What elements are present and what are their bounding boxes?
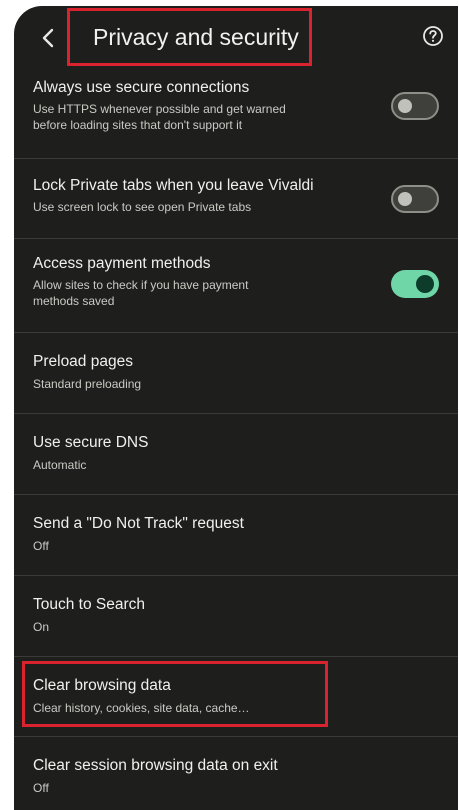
phone-screen: Privacy and security Always use secure c… <box>14 6 458 810</box>
setting-title: Send a "Do Not Track" request <box>33 515 244 532</box>
help-circle-icon <box>423 26 443 46</box>
setting-subtitle: On <box>33 620 50 634</box>
toggle-knob <box>398 192 412 206</box>
setting-title: Clear browsing data <box>33 677 171 694</box>
setting-subtitle: Off <box>33 781 49 795</box>
payment-methods-toggle[interactable] <box>391 270 439 298</box>
setting-access-payment-methods[interactable]: Access payment methods Allow sites to ch… <box>14 239 458 333</box>
setting-subtitle: Allow sites to check if you have payment <box>33 278 249 292</box>
setting-always-use-secure-connections[interactable]: Always use secure connections Use HTTPS … <box>14 70 458 159</box>
setting-subtitle: Off <box>33 539 49 553</box>
setting-clear-session-data-on-exit[interactable]: Clear session browsing data on exit Off <box>14 737 458 810</box>
setting-touch-to-search[interactable]: Touch to Search On <box>14 576 458 657</box>
app-bar: Privacy and security <box>14 6 458 70</box>
setting-subtitle: Standard preloading <box>33 377 142 391</box>
setting-title: Use secure DNS <box>33 434 149 451</box>
setting-lock-private-tabs[interactable]: Lock Private tabs when you leave Vivaldi… <box>14 159 458 239</box>
toggle-knob <box>416 275 434 293</box>
page-title: Privacy and security <box>93 24 299 50</box>
help-button[interactable] <box>420 23 446 49</box>
chevron-left-icon <box>42 28 54 48</box>
setting-title: Always use secure connections <box>33 79 250 96</box>
setting-title: Preload pages <box>33 353 133 370</box>
setting-title: Clear session browsing data on exit <box>33 757 278 774</box>
setting-subtitle: Clear history, cookies, site data, cache… <box>33 701 250 715</box>
back-button[interactable] <box>34 20 62 56</box>
setting-subtitle: Use HTTPS whenever possible and get warn… <box>33 102 286 116</box>
toggle-knob <box>398 99 412 113</box>
setting-subtitle: Automatic <box>33 458 87 472</box>
secure-connections-toggle[interactable] <box>391 92 439 120</box>
setting-clear-browsing-data[interactable]: Clear browsing data Clear history, cooki… <box>14 657 458 737</box>
setting-subtitle: Use screen lock to see open Private tabs <box>33 200 252 214</box>
setting-title: Lock Private tabs when you leave Vivaldi <box>33 177 314 194</box>
setting-use-secure-dns[interactable]: Use secure DNS Automatic <box>14 414 458 495</box>
setting-preload-pages[interactable]: Preload pages Standard preloading <box>14 333 458 414</box>
setting-do-not-track[interactable]: Send a "Do Not Track" request Off <box>14 495 458 576</box>
setting-title: Touch to Search <box>33 596 146 613</box>
lock-private-tabs-toggle[interactable] <box>391 185 439 213</box>
setting-title: Access payment methods <box>33 255 211 272</box>
setting-subtitle: methods saved <box>33 294 115 308</box>
setting-subtitle: before loading sites that don't support … <box>33 118 243 132</box>
